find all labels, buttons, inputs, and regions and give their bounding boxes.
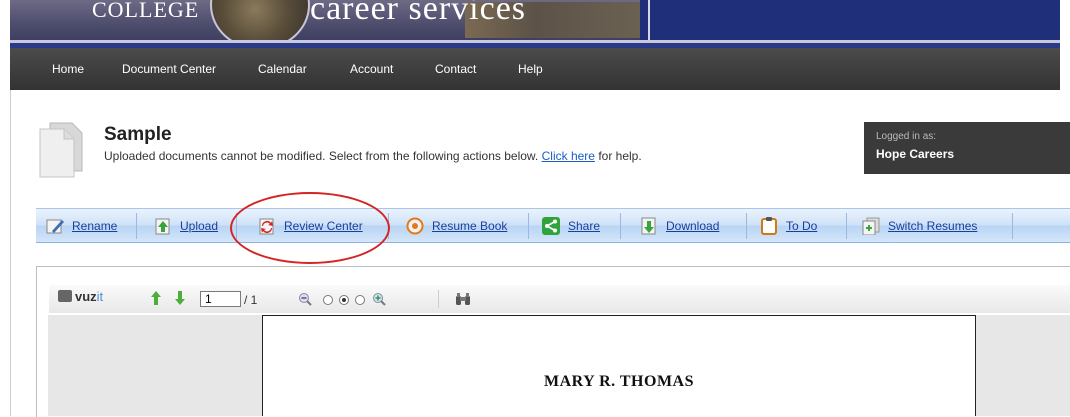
page-total: / 1 (244, 293, 258, 307)
main-nav: Home Document Center Calendar Account Co… (10, 48, 1060, 90)
switch-resumes-label: Switch Resumes (888, 218, 978, 233)
document-name-heading: MARY R. THOMAS (544, 373, 694, 390)
previous-page-arrow-icon[interactable] (150, 290, 162, 311)
share-label: Share (568, 218, 601, 233)
resume-book-label: Resume Book (432, 218, 508, 233)
rename-button[interactable]: Rename (46, 209, 117, 242)
rename-label: Rename (72, 218, 118, 233)
login-user: Hope Careers (876, 147, 955, 161)
subtitle-text: Uploaded documents cannot be modified. S… (104, 149, 539, 163)
help-link[interactable]: Click here (542, 149, 595, 163)
toolbar-divider (136, 213, 137, 239)
vuzit-logo-text-suffix: it (96, 289, 104, 304)
todo-button[interactable]: To Do (760, 209, 817, 242)
subtitle-text-end: for help. (598, 149, 642, 163)
login-box: Logged in as: Hope Careers (864, 122, 1070, 174)
upload-label: Upload (180, 218, 219, 233)
download-label: Download (666, 218, 720, 233)
banner-college-text: COLLEGE (92, 0, 200, 22)
zoom-out-icon[interactable] (298, 292, 312, 311)
nav-account[interactable]: Account (350, 62, 393, 76)
vuzit-logo: vuzit (58, 289, 103, 304)
page-subtitle: Uploaded documents cannot be modified. S… (104, 149, 642, 163)
vuzit-logo-icon (58, 290, 72, 302)
nav-calendar[interactable]: Calendar (258, 62, 307, 76)
download-button[interactable]: Download (640, 209, 719, 242)
toolbar-divider (746, 213, 747, 239)
zoom-radio-2-selected[interactable] (338, 293, 350, 311)
login-label: Logged in as: (876, 131, 937, 142)
zoom-in-icon[interactable] (372, 292, 386, 311)
resume-book-icon (406, 217, 424, 235)
zoom-radio-3[interactable] (354, 293, 366, 311)
toolbar-divider (1012, 213, 1013, 239)
viewer-toolbar-divider (438, 290, 439, 308)
resume-book-button[interactable]: Resume Book (406, 209, 507, 242)
document-page (262, 315, 976, 416)
binoculars-search-icon[interactable] (455, 292, 471, 311)
rename-icon (46, 217, 64, 235)
share-button[interactable]: Share (542, 209, 600, 242)
document-toolbar: Rename Upload Review Center Resume Book … (36, 208, 1070, 243)
content-border (10, 90, 11, 416)
nav-document-center[interactable]: Document Center (122, 62, 216, 76)
page-title: Sample (104, 124, 172, 145)
nav-home[interactable]: Home (52, 62, 84, 76)
header-banner: COLLEGE career services (10, 0, 1060, 48)
switch-icon (862, 217, 880, 235)
download-icon (640, 217, 658, 235)
share-icon (542, 216, 560, 235)
highlight-circle-annotation (230, 192, 390, 264)
todo-icon (760, 216, 778, 235)
upload-button[interactable]: Upload (154, 209, 218, 242)
next-page-arrow-icon[interactable] (174, 290, 186, 311)
page-number-input[interactable] (200, 291, 241, 307)
switch-resumes-button[interactable]: Switch Resumes (862, 209, 977, 242)
toolbar-divider (620, 213, 621, 239)
vuzit-logo-text: vuz (75, 289, 97, 304)
viewer-toolbar (37, 267, 1070, 315)
banner-divider (648, 0, 650, 40)
todo-label: To Do (786, 218, 818, 233)
toolbar-divider (528, 213, 529, 239)
nav-help[interactable]: Help (518, 62, 543, 76)
toolbar-divider (846, 213, 847, 239)
banner-career-services-text: career services (310, 0, 527, 27)
document-icon (36, 121, 88, 179)
zoom-radio-1[interactable] (322, 293, 334, 311)
nav-contact[interactable]: Contact (435, 62, 476, 76)
upload-icon (154, 217, 172, 235)
